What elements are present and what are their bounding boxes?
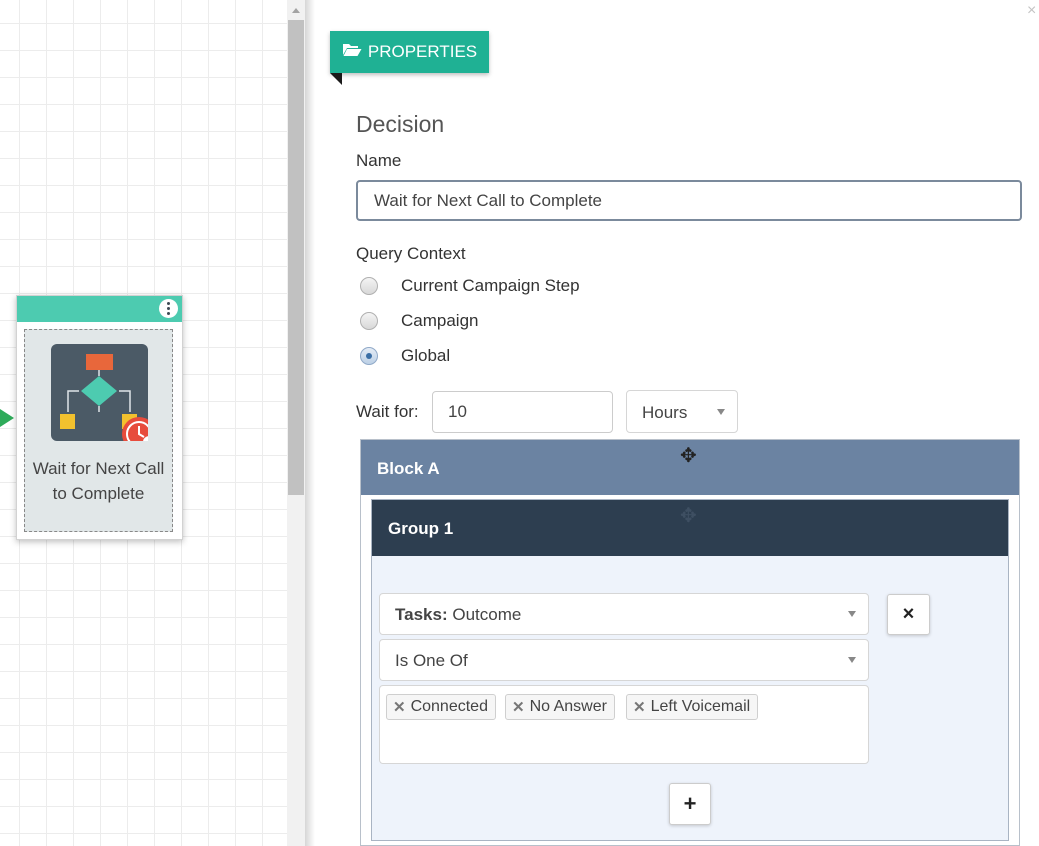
wait-unit-value: Hours: [642, 403, 688, 422]
radio-button[interactable]: [360, 277, 378, 295]
scroll-up-arrow-icon[interactable]: [292, 8, 300, 13]
node-label: Wait for Next Call to Complete: [32, 459, 165, 503]
panel-divider: [305, 0, 315, 846]
remove-tag-icon[interactable]: ✕: [393, 698, 406, 716]
query-context-label: Query Context: [356, 244, 466, 263]
tag-label: Connected: [410, 698, 488, 715]
node-header: [17, 296, 182, 322]
radio-campaign[interactable]: Campaign: [360, 311, 479, 331]
section-title: Decision: [356, 111, 445, 137]
name-label: Name: [356, 151, 402, 170]
properties-tab-label: PROPERTIES: [367, 42, 478, 61]
tag-label: No Answer: [529, 698, 607, 715]
radio-label: Campaign: [401, 311, 479, 330]
values-multiselect[interactable]: ✕ Connected ✕ No Answer ✕ Left Voicemail: [379, 685, 869, 764]
value-tag: ✕ Left Voicemail: [626, 694, 759, 720]
move-group-icon[interactable]: ✥: [680, 506, 697, 526]
group-title: Group 1: [388, 519, 454, 538]
radio-button[interactable]: [360, 312, 378, 330]
node-body[interactable]: Wait for Next Call to Complete: [24, 329, 173, 532]
close-panel-icon[interactable]: ×: [1027, 3, 1036, 19]
folder-open-icon: [342, 42, 362, 62]
wait-unit-select[interactable]: Hours: [626, 390, 738, 433]
radio-label: Current Campaign Step: [401, 276, 580, 295]
scroll-thumb[interactable]: [288, 20, 304, 495]
field-select[interactable]: Tasks: Outcome: [379, 593, 869, 635]
remove-tag-icon[interactable]: ✕: [512, 698, 525, 716]
field-prefix: Tasks:: [395, 605, 448, 624]
tab-fold: [330, 73, 342, 85]
move-block-icon[interactable]: ✥: [680, 446, 697, 466]
entry-arrow-icon: [0, 409, 14, 427]
radio-label: Global: [401, 346, 451, 365]
radio-current-campaign-step[interactable]: Current Campaign Step: [360, 276, 580, 296]
field-value: Outcome: [452, 605, 522, 624]
more-options-icon[interactable]: [159, 299, 178, 318]
decision-flowchart-icon: [51, 344, 156, 451]
remove-tag-icon[interactable]: ✕: [633, 698, 646, 716]
tag-label: Left Voicemail: [650, 698, 751, 715]
radio-global[interactable]: Global: [360, 346, 450, 366]
chevron-down-icon: [848, 611, 856, 617]
remove-condition-button[interactable]: ×: [887, 594, 930, 635]
decision-node[interactable]: Wait for Next Call to Complete: [16, 295, 183, 540]
add-condition-button[interactable]: +: [669, 783, 711, 825]
wait-duration-input[interactable]: [432, 391, 613, 433]
block-title: Block A: [377, 459, 440, 478]
operator-value: Is One Of: [395, 651, 468, 670]
operator-select[interactable]: Is One Of: [379, 639, 869, 681]
properties-tab[interactable]: PROPERTIES: [330, 31, 489, 73]
wait-for-label: Wait for:: [356, 402, 419, 421]
chevron-down-icon: [848, 657, 856, 663]
name-input[interactable]: [356, 180, 1022, 221]
chevron-down-icon: [717, 409, 725, 415]
radio-button-checked[interactable]: [360, 347, 378, 365]
value-tag: ✕ No Answer: [505, 694, 615, 720]
canvas-scrollbar[interactable]: [287, 0, 305, 846]
value-tag: ✕ Connected: [386, 694, 496, 720]
workflow-canvas[interactable]: Wait for Next Call to Complete: [0, 0, 287, 846]
